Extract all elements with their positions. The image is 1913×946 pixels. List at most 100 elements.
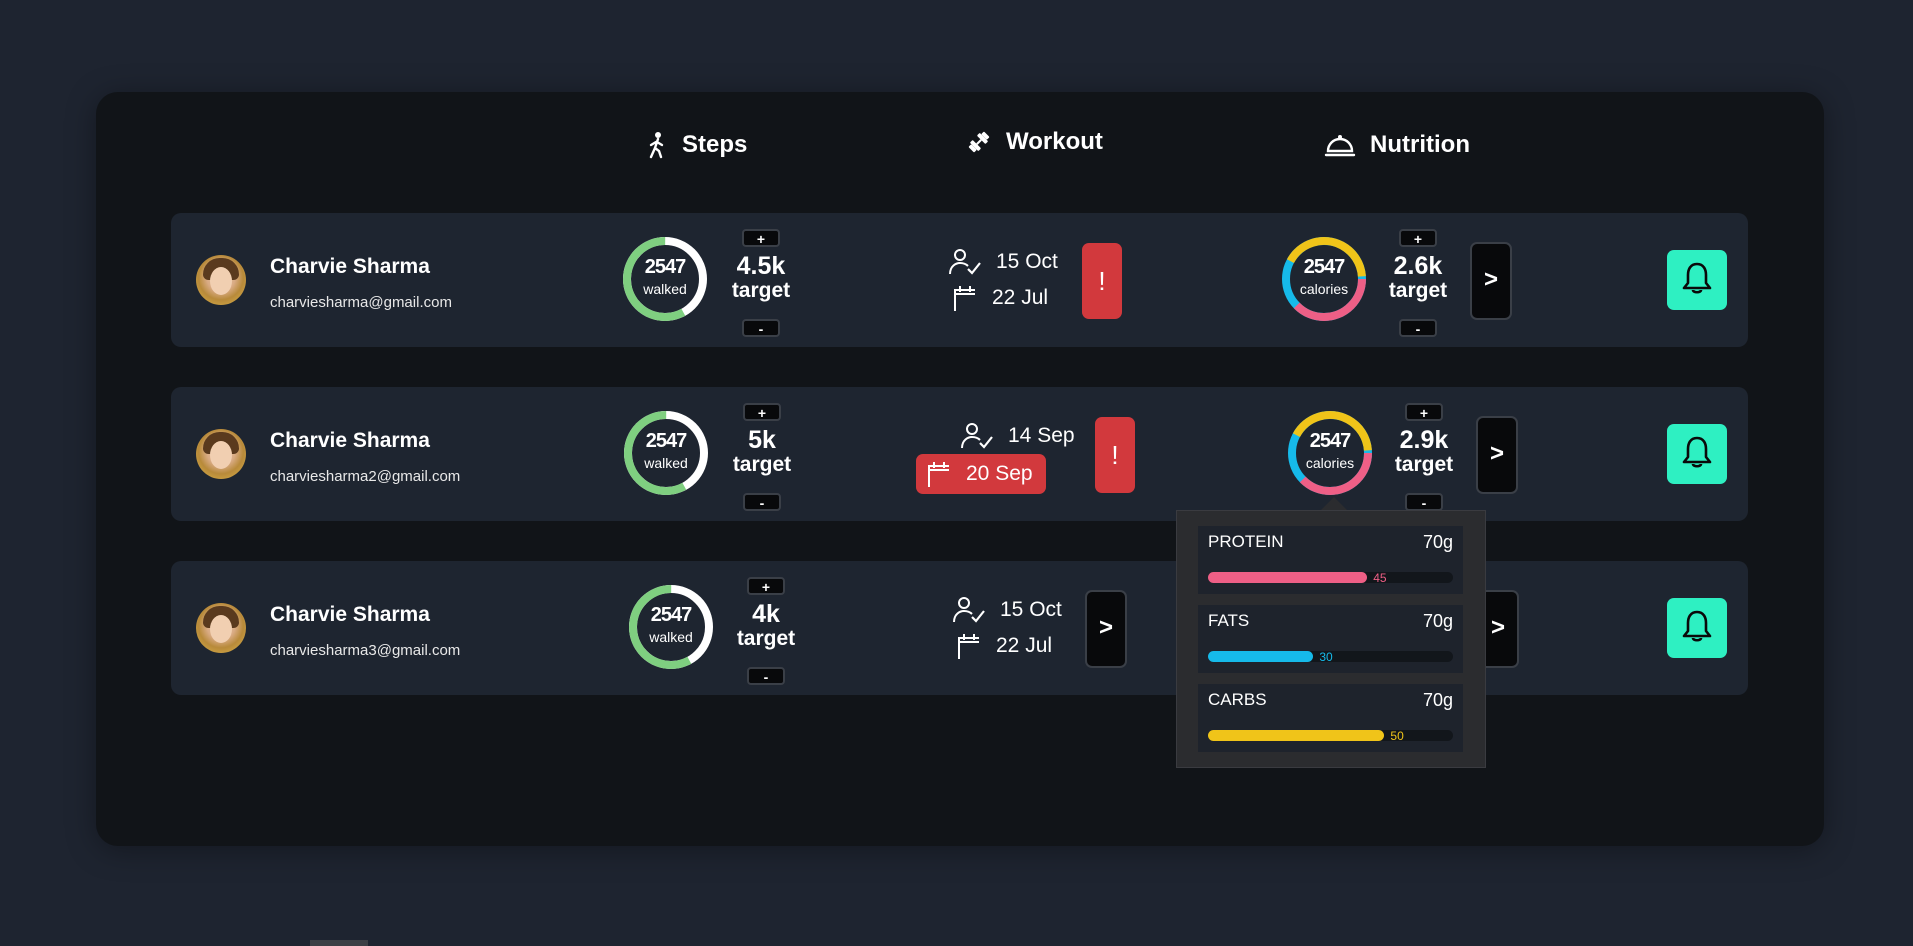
macro-bar-value: 45 [1373, 571, 1387, 585]
calendar-icon [952, 284, 978, 312]
calories-label: calories [1305, 455, 1355, 471]
steps-header: Steps [646, 131, 747, 159]
member-name: Charvie Sharma [270, 603, 430, 626]
calories-value: 2547 [1309, 430, 1352, 452]
member-email: charviesharma2@gmail.com [270, 468, 461, 485]
decrease-steps-button[interactable]: - [743, 493, 781, 511]
macro-bar-fill [1208, 572, 1368, 583]
increase-steps-button[interactable]: + [747, 577, 785, 595]
steps-target-value: 4k [752, 600, 780, 628]
calories-ring: 2547 calories [1280, 235, 1368, 323]
nutrition-details-button[interactable]: > [1470, 242, 1512, 320]
macro-bar: 30 [1208, 650, 1453, 664]
steps-target-label: target [736, 627, 796, 650]
macro-amount: 70g [1422, 611, 1453, 631]
walking-person-icon [646, 131, 668, 159]
calories-target-label: target [1388, 279, 1448, 302]
macro-bar-fill [1208, 651, 1314, 662]
workout-scheduled-date: 22 Jul [996, 634, 1053, 657]
bell-icon [1681, 435, 1713, 474]
calendar-icon [926, 460, 952, 488]
notify-button[interactable] [1667, 250, 1727, 310]
bell-icon [1681, 261, 1713, 300]
decrease-steps-button[interactable]: - [747, 667, 785, 685]
dumbbell-icon [966, 129, 992, 155]
member-row: Charvie Sharma charviesharma@gmail.com 2… [171, 213, 1748, 347]
member-email: charviesharma3@gmail.com [270, 642, 461, 659]
macro-amount: 70g [1422, 532, 1453, 552]
increase-steps-button[interactable]: + [742, 229, 780, 247]
macro-name: CARBS [1208, 690, 1267, 709]
steps-ring: 2547 walked [622, 409, 710, 497]
decrease-calories-button[interactable]: - [1399, 319, 1437, 337]
workout-done-date: 14 Sep [1008, 424, 1075, 447]
macro-bar: 45 [1208, 571, 1453, 585]
calories-target-value: 2.9k [1399, 426, 1449, 454]
calories-target-label: target [1394, 453, 1454, 476]
workout-header: Workout [966, 128, 1103, 156]
workout-details-button[interactable]: > [1085, 590, 1127, 668]
macro-row-carbs: CARBS 70g 50 [1198, 684, 1463, 752]
macro-row-protein: PROTEIN 70g 45 [1198, 526, 1463, 594]
macro-bar-value: 50 [1390, 729, 1404, 743]
steps-ring: 2547 walked [621, 235, 709, 323]
workout-scheduled-overdue: 20 Sep [916, 454, 1046, 494]
workout-scheduled-date: 20 Sep [966, 462, 1033, 485]
avatar [196, 255, 246, 305]
person-check-icon [952, 596, 986, 624]
workout-alert-button[interactable]: ! [1095, 417, 1135, 493]
member-email: charviesharma@gmail.com [270, 294, 452, 311]
workout-scheduled-date: 22 Jul [992, 286, 1049, 309]
calendar-icon [956, 632, 982, 660]
scroll-indicator [310, 940, 368, 946]
increase-steps-button[interactable]: + [743, 403, 781, 421]
steps-target-stepper: + 5k target - [732, 403, 792, 511]
member-name: Charvie Sharma [270, 429, 430, 452]
steps-walked-value: 2547 [650, 604, 693, 626]
steps-walked-value: 2547 [645, 430, 688, 452]
steps-ring: 2547 walked [627, 583, 715, 671]
increase-calories-button[interactable]: + [1405, 403, 1443, 421]
workout-alert-button[interactable]: ! [1082, 243, 1122, 319]
nutrition-header-label: Nutrition [1370, 131, 1470, 158]
notify-button[interactable] [1667, 598, 1727, 658]
steps-walked-value: 2547 [644, 256, 687, 278]
avatar [196, 429, 246, 479]
steps-target-stepper: + 4.5k target - [731, 229, 791, 337]
calories-target-stepper: + 2.9k target - [1394, 403, 1454, 511]
decrease-calories-button[interactable]: - [1405, 493, 1443, 511]
popup-pointer [1321, 497, 1347, 510]
nutrition-details-button[interactable]: > [1476, 416, 1518, 494]
workout-done-date: 15 Oct [1000, 598, 1062, 621]
macro-amount: 70g [1422, 690, 1453, 710]
avatar [196, 603, 246, 653]
calories-value: 2547 [1303, 256, 1346, 278]
steps-target-label: target [731, 279, 791, 302]
steps-target-stepper: + 4k target - [736, 577, 796, 685]
calories-label: calories [1299, 281, 1349, 297]
macro-row-fats: FATS 70g 30 [1198, 605, 1463, 673]
food-cloche-icon [1324, 131, 1356, 159]
calories-target-stepper: + 2.6k target - [1388, 229, 1448, 337]
notify-button[interactable] [1667, 424, 1727, 484]
bell-icon [1681, 609, 1713, 648]
macro-bar-fill [1208, 730, 1385, 741]
increase-calories-button[interactable]: + [1399, 229, 1437, 247]
steps-target-value: 4.5k [736, 252, 786, 280]
workout-scheduled: 22 Jul [952, 284, 1048, 312]
steps-target-label: target [732, 453, 792, 476]
decrease-steps-button[interactable]: - [742, 319, 780, 337]
workout-done: 15 Oct [952, 596, 1062, 624]
macro-bar-value: 30 [1319, 650, 1333, 664]
macro-name: PROTEIN [1208, 532, 1284, 551]
macro-bar: 50 [1208, 729, 1453, 743]
person-check-icon [948, 248, 982, 276]
workout-done: 14 Sep [960, 422, 1075, 450]
member-row: Charvie Sharma charviesharma2@gmail.com … [171, 387, 1748, 521]
member-name: Charvie Sharma [270, 255, 430, 278]
workout-scheduled: 22 Jul [956, 632, 1052, 660]
workout-done-date: 15 Oct [996, 250, 1058, 273]
calories-ring: 2547 calories [1286, 409, 1374, 497]
workout-header-label: Workout [1006, 128, 1103, 155]
steps-walked-label: walked [643, 281, 687, 297]
